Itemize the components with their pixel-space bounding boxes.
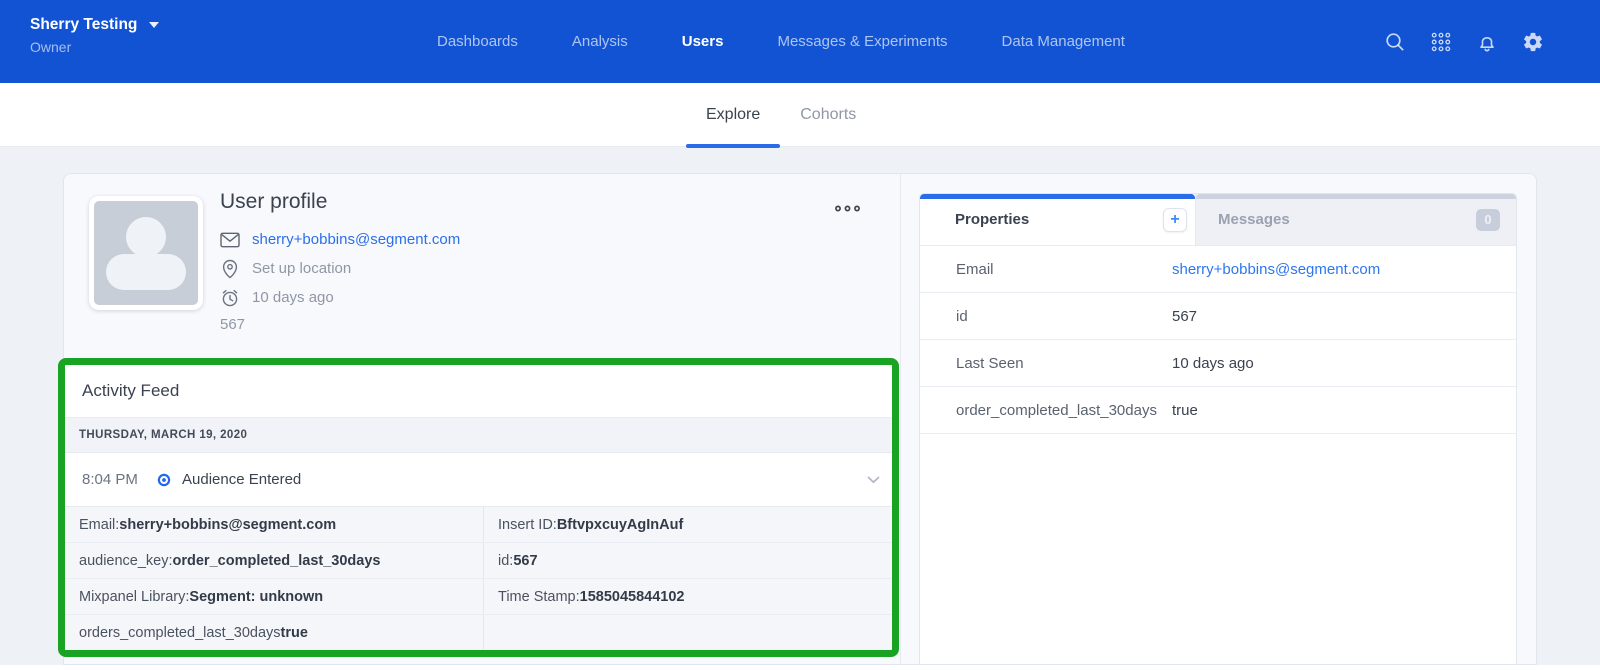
- settings-gear-icon[interactable]: [1522, 31, 1544, 53]
- detail-label: orders_completed_last_30days: [79, 625, 281, 641]
- last-seen-clock-icon: [220, 288, 240, 308]
- event-time: 8:04 PM: [82, 471, 157, 488]
- property-label: Email: [956, 261, 1172, 278]
- activity-date-header: THURSDAY, MARCH 19, 2020: [65, 418, 892, 453]
- detail-value: 1585045844102: [580, 589, 685, 605]
- detail-label: id:: [498, 553, 513, 569]
- set-up-location-link[interactable]: Set up location: [252, 260, 351, 277]
- apps-grid-icon[interactable]: [1430, 31, 1452, 53]
- messages-count-badge: 0: [1476, 209, 1500, 231]
- avatar-placeholder-image: [94, 201, 198, 305]
- header-icon-group: [1384, 0, 1544, 83]
- event-details-table: Email: sherry+bobbins@segment.com Insert…: [65, 507, 892, 651]
- email-envelope-icon: [220, 232, 240, 248]
- property-value: 10 days ago: [1172, 355, 1254, 372]
- tab-messages[interactable]: Messages 0: [1196, 194, 1516, 245]
- collapse-chevron-icon[interactable]: [867, 476, 880, 484]
- nav-users[interactable]: Users: [682, 33, 724, 50]
- event-name: Audience Entered: [182, 471, 301, 488]
- annotation-highlight-activity-feed: Activity Feed THURSDAY, MARCH 19, 2020 8…: [58, 358, 899, 657]
- detail-label: Mixpanel Library:: [79, 589, 189, 605]
- property-label: id: [956, 308, 1172, 325]
- detail-value: true: [281, 625, 308, 641]
- tab-properties-label: Properties: [955, 211, 1029, 228]
- detail-value: Segment: unknown: [189, 589, 323, 605]
- workspace-role: Owner: [30, 39, 159, 55]
- properties-messages-tabs: Properties + Messages 0: [920, 194, 1516, 246]
- table-row: orders_completed_last_30daystrue: [65, 615, 892, 651]
- detail-value: sherry+bobbins@segment.com: [119, 517, 336, 533]
- profile-info: sherry+bobbins@segment.com Set up locati…: [220, 225, 460, 312]
- nav-dashboards[interactable]: Dashboards: [437, 33, 518, 50]
- notifications-bell-icon[interactable]: [1476, 31, 1498, 53]
- properties-panel: Properties + Messages 0 Email sherry+bob…: [919, 193, 1517, 665]
- table-row: Last Seen 10 days ago: [920, 340, 1516, 387]
- nav-analysis[interactable]: Analysis: [572, 33, 628, 50]
- table-row: order_completed_last_30days true: [920, 387, 1516, 434]
- table-row: id 567: [920, 293, 1516, 340]
- activity-feed-title: Activity Feed: [65, 365, 892, 418]
- profile-email-link[interactable]: sherry+bobbins@segment.com: [252, 231, 460, 248]
- chevron-down-icon: [149, 22, 159, 28]
- tab-messages-label: Messages: [1218, 211, 1290, 228]
- detail-label: audience_key:: [79, 553, 173, 569]
- explore-cohorts-tabs: Explore Cohorts: [686, 83, 876, 147]
- tab-properties[interactable]: Properties +: [920, 194, 1196, 245]
- table-row: Mixpanel Library: Segment: unknown Time …: [65, 579, 892, 615]
- detail-value: 567: [513, 553, 537, 569]
- property-value-email-link[interactable]: sherry+bobbins@segment.com: [1172, 261, 1380, 278]
- detail-label: Insert ID:: [498, 517, 557, 533]
- table-row: Email sherry+bobbins@segment.com: [920, 246, 1516, 293]
- panel-divider: [900, 174, 901, 664]
- tab-explore[interactable]: Explore: [686, 83, 780, 147]
- profile-id: 567: [220, 316, 245, 333]
- nav-messages-experiments[interactable]: Messages & Experiments: [777, 33, 947, 50]
- page-title: User profile: [220, 190, 327, 214]
- nav-data-management[interactable]: Data Management: [1002, 33, 1125, 50]
- top-nav-bar: Sherry Testing Owner Dashboards Analysis…: [0, 0, 1600, 83]
- workspace-name: Sherry Testing: [30, 16, 137, 34]
- activity-event-row[interactable]: 8:04 PM Audience Entered: [65, 453, 892, 507]
- property-label: Last Seen: [956, 355, 1172, 372]
- tab-cohorts[interactable]: Cohorts: [780, 83, 876, 147]
- property-label: order_completed_last_30days: [956, 402, 1172, 419]
- table-row: Email: sherry+bobbins@segment.com Insert…: [65, 507, 892, 543]
- detail-value: BftvpxcuyAgInAuf: [557, 517, 683, 533]
- search-icon[interactable]: [1384, 31, 1406, 53]
- table-row: audience_key: order_completed_last_30day…: [65, 543, 892, 579]
- location-pin-icon: [220, 259, 240, 279]
- profile-last-seen: 10 days ago: [252, 289, 334, 306]
- detail-label: Email:: [79, 517, 119, 533]
- more-options-icon[interactable]: [834, 201, 861, 219]
- property-value: 567: [1172, 308, 1197, 325]
- add-property-button[interactable]: +: [1163, 208, 1187, 232]
- detail-value: order_completed_last_30days: [173, 553, 381, 569]
- audience-entered-icon: [157, 473, 171, 487]
- sub-tab-bar: Explore Cohorts: [0, 83, 1600, 147]
- detail-label: Time Stamp:: [498, 589, 580, 605]
- page-bottom-strip: [0, 665, 1600, 670]
- avatar: [89, 196, 203, 310]
- workspace-switcher[interactable]: Sherry Testing Owner: [30, 16, 159, 55]
- mixpanel-users-page: Sherry Testing Owner Dashboards Analysis…: [0, 0, 1600, 670]
- property-value: true: [1172, 402, 1198, 419]
- primary-nav: Dashboards Analysis Users Messages & Exp…: [437, 0, 1125, 83]
